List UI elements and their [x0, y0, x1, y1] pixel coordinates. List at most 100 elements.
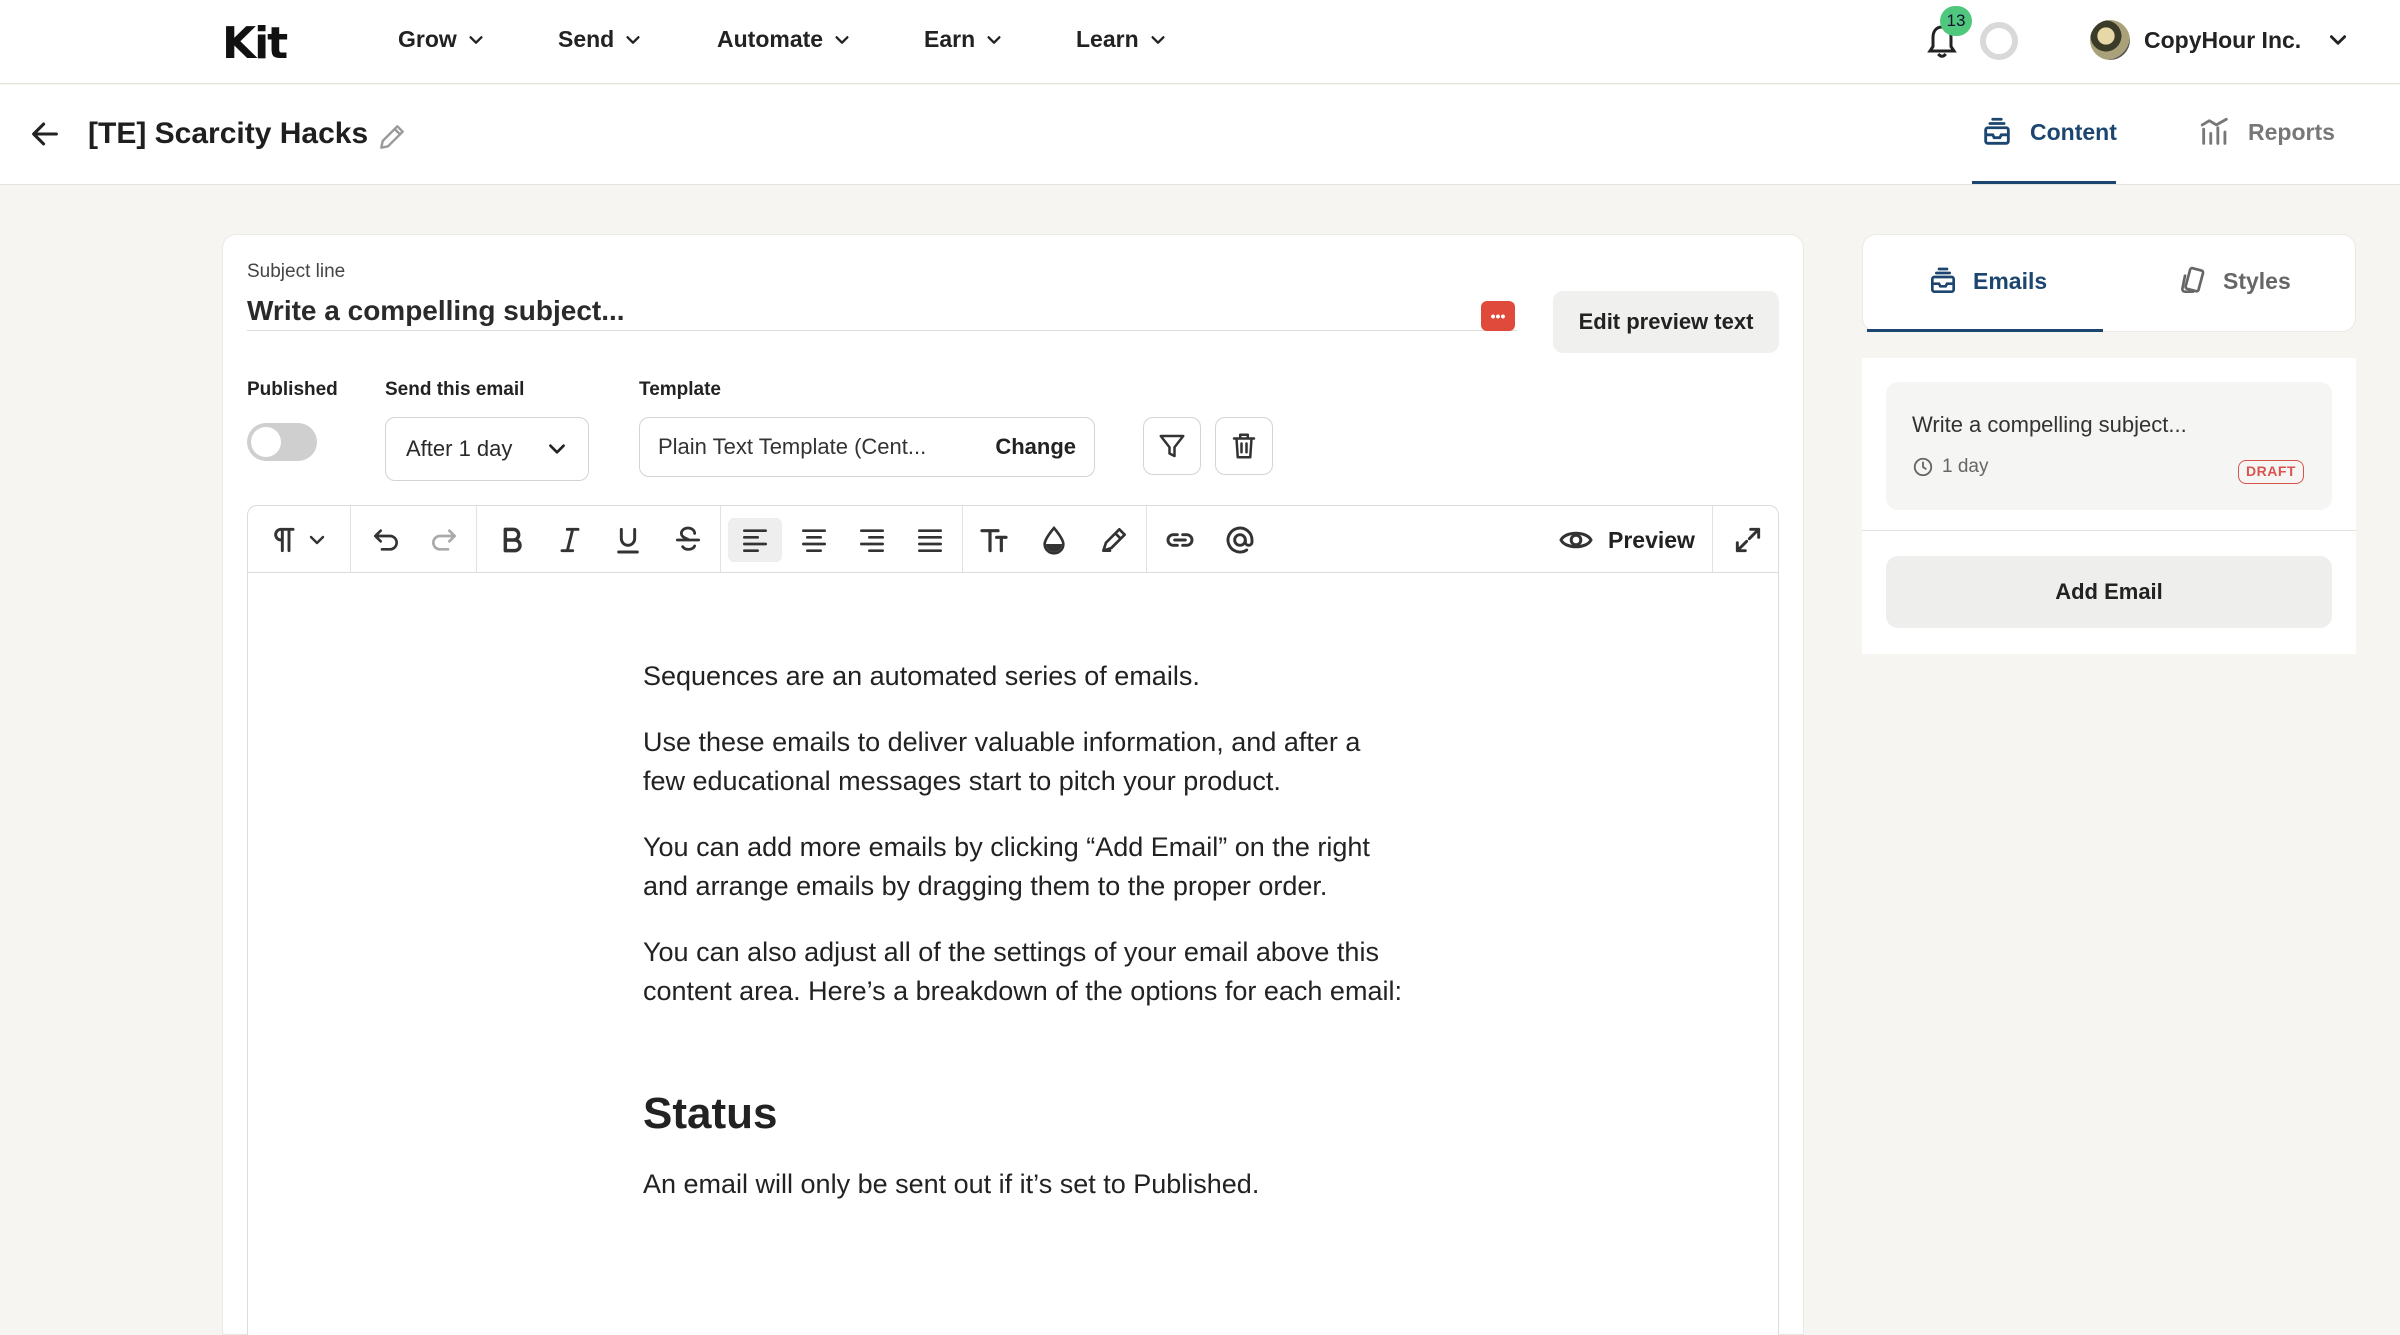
- eye-icon: [1559, 531, 1593, 549]
- nav-send[interactable]: Send: [558, 26, 642, 53]
- tab-emails[interactable]: Emails: [1927, 265, 2047, 297]
- account-menu[interactable]: CopyHour Inc.: [2090, 20, 2349, 60]
- align-right-button[interactable]: [850, 518, 894, 562]
- tab-content-label: Content: [2030, 118, 2117, 145]
- published-label: Published: [247, 379, 338, 400]
- nav-earn[interactable]: Earn: [924, 26, 1003, 53]
- account-name: CopyHour Inc.: [2144, 26, 2302, 53]
- nav-automate-label: Automate: [717, 26, 824, 52]
- undo-icon: [374, 529, 398, 551]
- strikethrough-button[interactable]: [666, 518, 710, 562]
- pencil-icon[interactable]: [376, 121, 408, 153]
- bold-icon: [503, 527, 522, 553]
- align-right-icon: [860, 529, 884, 552]
- email-editor-card: Subject line ••• Edit preview text Publi…: [222, 234, 1804, 1335]
- email-body-editor[interactable]: Sequences are an automated series of ema…: [247, 573, 1779, 1335]
- published-toggle[interactable]: [247, 423, 317, 461]
- email-delay: 1 day: [1912, 456, 1988, 478]
- edit-preview-text-button[interactable]: Edit preview text: [1553, 291, 1779, 353]
- align-left-icon: [743, 529, 767, 552]
- nav-automate[interactable]: Automate: [717, 26, 851, 53]
- body-paragraph: An email will only be sent out if it’s s…: [643, 1169, 1260, 1199]
- redo-icon: [432, 529, 456, 551]
- toolbar-divider: [1712, 506, 1713, 572]
- palette-icon: [2180, 266, 2205, 293]
- tab-styles[interactable]: Styles: [2177, 265, 2291, 297]
- font-size-button[interactable]: [972, 518, 1016, 562]
- delete-button[interactable]: [1215, 417, 1273, 475]
- toggle-knob: [251, 427, 281, 457]
- chevron-down-icon: [835, 35, 849, 44]
- toolbar-divider: [720, 506, 721, 572]
- email-body-content[interactable]: Sequences are an automated series of ema…: [643, 657, 1403, 1231]
- expand-button[interactable]: [1726, 518, 1770, 562]
- back-arrow-icon[interactable]: [28, 117, 62, 151]
- at-sign-icon: [1226, 526, 1254, 554]
- subject-input[interactable]: [247, 291, 1517, 331]
- chevron-down-icon: [309, 535, 325, 545]
- active-tab-indicator: [1972, 181, 2116, 184]
- chevron-down-icon: [626, 35, 640, 44]
- chevron-down-icon: [987, 35, 1001, 44]
- kit-logo[interactable]: Kit: [222, 18, 288, 69]
- text-color-button[interactable]: [1032, 518, 1076, 562]
- toolbar-divider: [1146, 506, 1147, 572]
- preview-button[interactable]: Preview: [1558, 518, 1695, 562]
- sequence-email-list: Write a compelling subject... 1 day DRAF…: [1862, 358, 2356, 654]
- sequence-header: [TE] Scarcity Hacks Content Reports: [0, 85, 2400, 185]
- nav-send-label: Send: [558, 26, 615, 52]
- align-left-button[interactable]: [728, 518, 782, 562]
- send-delay-select[interactable]: After 1 day: [385, 417, 589, 481]
- notification-badge: 13: [1940, 6, 1972, 36]
- strikethrough-icon: [675, 526, 701, 551]
- underline-button[interactable]: [606, 518, 650, 562]
- nav-grow-label: Grow: [398, 26, 457, 52]
- bold-button[interactable]: [490, 518, 534, 562]
- loading-ring-icon: [1980, 22, 2018, 60]
- nav-grow[interactable]: Grow: [398, 26, 485, 53]
- sidebar-tabs: Emails Styles: [1862, 234, 2356, 332]
- inbox-icon: [1984, 117, 2010, 145]
- nav-learn[interactable]: Learn: [1076, 26, 1167, 53]
- email-delay-value: 1 day: [1942, 456, 1989, 477]
- undo-button[interactable]: [364, 518, 408, 562]
- active-tab-indicator: [1867, 329, 2103, 332]
- align-center-button[interactable]: [792, 518, 836, 562]
- droplet-icon: [1043, 525, 1065, 555]
- toolbar-divider: [962, 506, 963, 572]
- paragraph-style-dropdown[interactable]: [262, 518, 334, 562]
- inbox-icon: [1931, 267, 1955, 293]
- nav-earn-label: Earn: [924, 26, 976, 52]
- tab-reports[interactable]: Reports: [2198, 115, 2335, 149]
- align-justify-button[interactable]: [908, 518, 952, 562]
- list-item[interactable]: Write a compelling subject... 1 day DRAF…: [1886, 382, 2332, 510]
- top-navigation: Kit Grow Send Automate Earn Learn 13 Cop…: [0, 0, 2400, 84]
- paragraph-icon: [274, 527, 295, 553]
- emoji-picker-icon[interactable]: •••: [1481, 301, 1515, 331]
- add-email-button[interactable]: Add Email: [1886, 556, 2332, 628]
- chevron-down-icon: [2330, 35, 2347, 45]
- preview-label: Preview: [1608, 526, 1695, 553]
- body-heading: Status: [643, 1089, 778, 1138]
- highlight-button[interactable]: [1092, 518, 1136, 562]
- align-justify-icon: [918, 529, 942, 552]
- filter-button[interactable]: [1143, 417, 1201, 475]
- change-template-button[interactable]: Change: [995, 434, 1076, 460]
- mention-button[interactable]: [1218, 518, 1262, 562]
- align-center-icon: [802, 529, 826, 552]
- link-button[interactable]: [1158, 518, 1202, 562]
- chevron-down-icon: [1151, 35, 1165, 44]
- template-label: Template: [639, 379, 722, 400]
- formatting-toolbar: Preview: [247, 505, 1779, 573]
- tab-styles-label: Styles: [2223, 267, 2291, 294]
- underline-icon: [617, 527, 639, 554]
- bar-chart-icon: [2200, 117, 2228, 145]
- status-badge: DRAFT: [2238, 460, 2304, 484]
- subject-line-label: Subject line: [247, 261, 346, 282]
- tab-content[interactable]: Content: [1980, 115, 2117, 149]
- body-paragraph: Sequences are an automated series of ema…: [643, 661, 1200, 691]
- redo-button[interactable]: [422, 518, 466, 562]
- italic-button[interactable]: [548, 518, 592, 562]
- link-icon: [1166, 533, 1194, 547]
- toolbar-divider: [350, 506, 351, 572]
